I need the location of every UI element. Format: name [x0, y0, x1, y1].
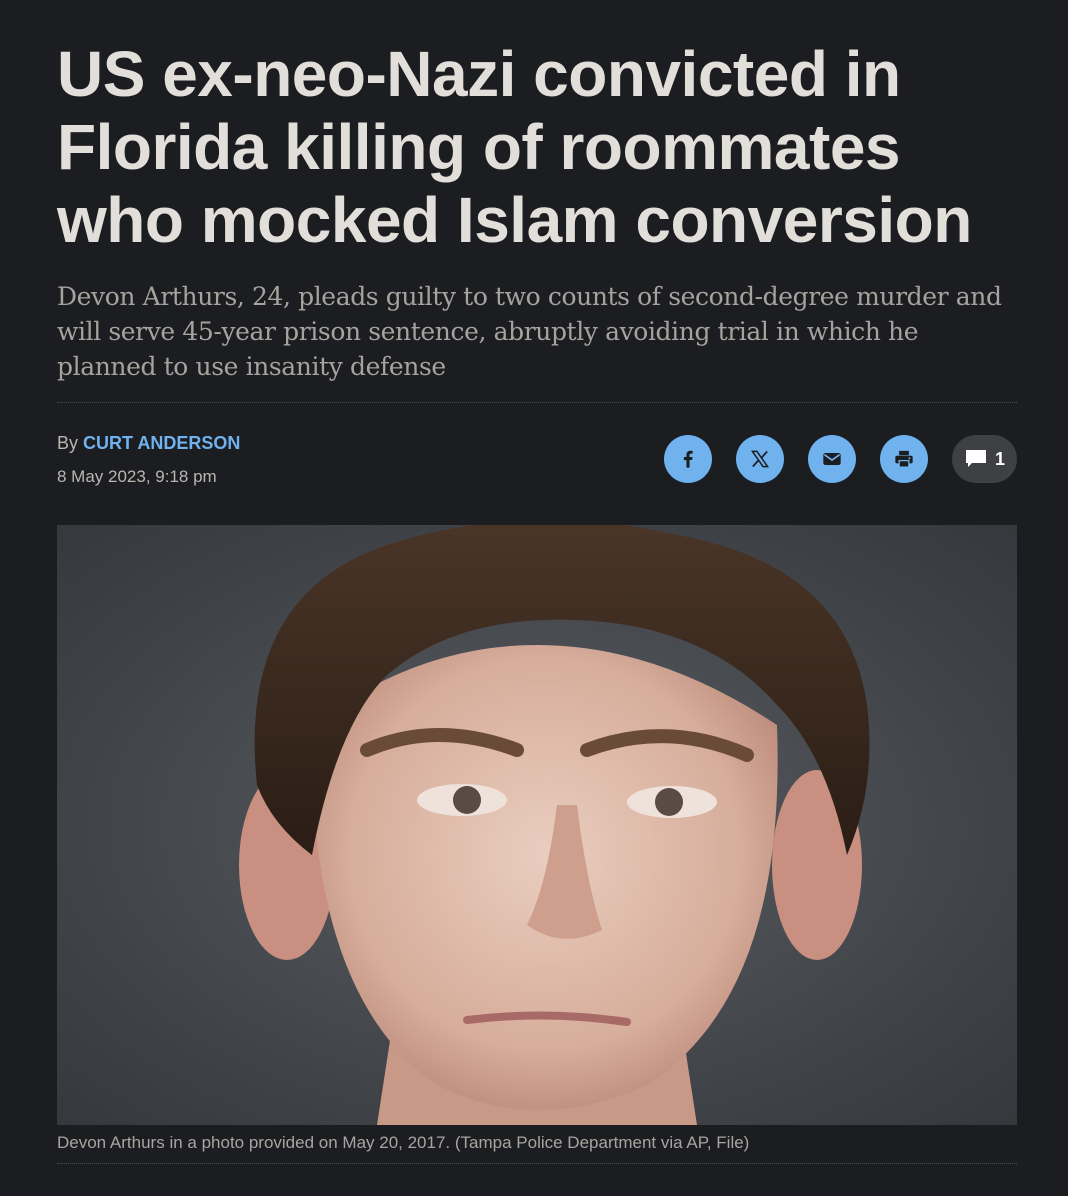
article-photo [57, 525, 1017, 1125]
share-bar: 1 [664, 435, 1017, 483]
share-email-button[interactable] [808, 435, 856, 483]
portrait-illustration [239, 525, 870, 1125]
print-button[interactable] [880, 435, 928, 483]
subheadline: Devon Arthurs, 24, pleads guilty to two … [57, 282, 1002, 381]
facebook-icon [683, 450, 693, 468]
byline-prefix: By [57, 433, 79, 453]
envelope-icon [823, 453, 841, 465]
x-icon [750, 450, 770, 468]
publish-date: 8 May 2023, 9:18 pm [57, 467, 217, 486]
share-facebook-button[interactable] [664, 435, 712, 483]
headline: US ex-neo-Nazi convicted in Florida kill… [57, 38, 972, 256]
author-link[interactable]: CURT ANDERSON [83, 433, 240, 453]
article-header: US ex-neo-Nazi convicted in Florida kill… [57, 38, 1017, 523]
meta-row: By CURT ANDERSON 8 May 2023, 9:18 pm 1 [57, 403, 1017, 523]
share-x-button[interactable] [736, 435, 784, 483]
comment-count: 1 [994, 448, 1005, 469]
comments-button[interactable]: 1 [952, 435, 1017, 483]
comment-icon [965, 450, 986, 467]
byline: By CURT ANDERSON [57, 433, 240, 454]
photo-caption: Devon Arthurs in a photo provided on May… [57, 1133, 1017, 1164]
printer-icon [895, 450, 913, 468]
